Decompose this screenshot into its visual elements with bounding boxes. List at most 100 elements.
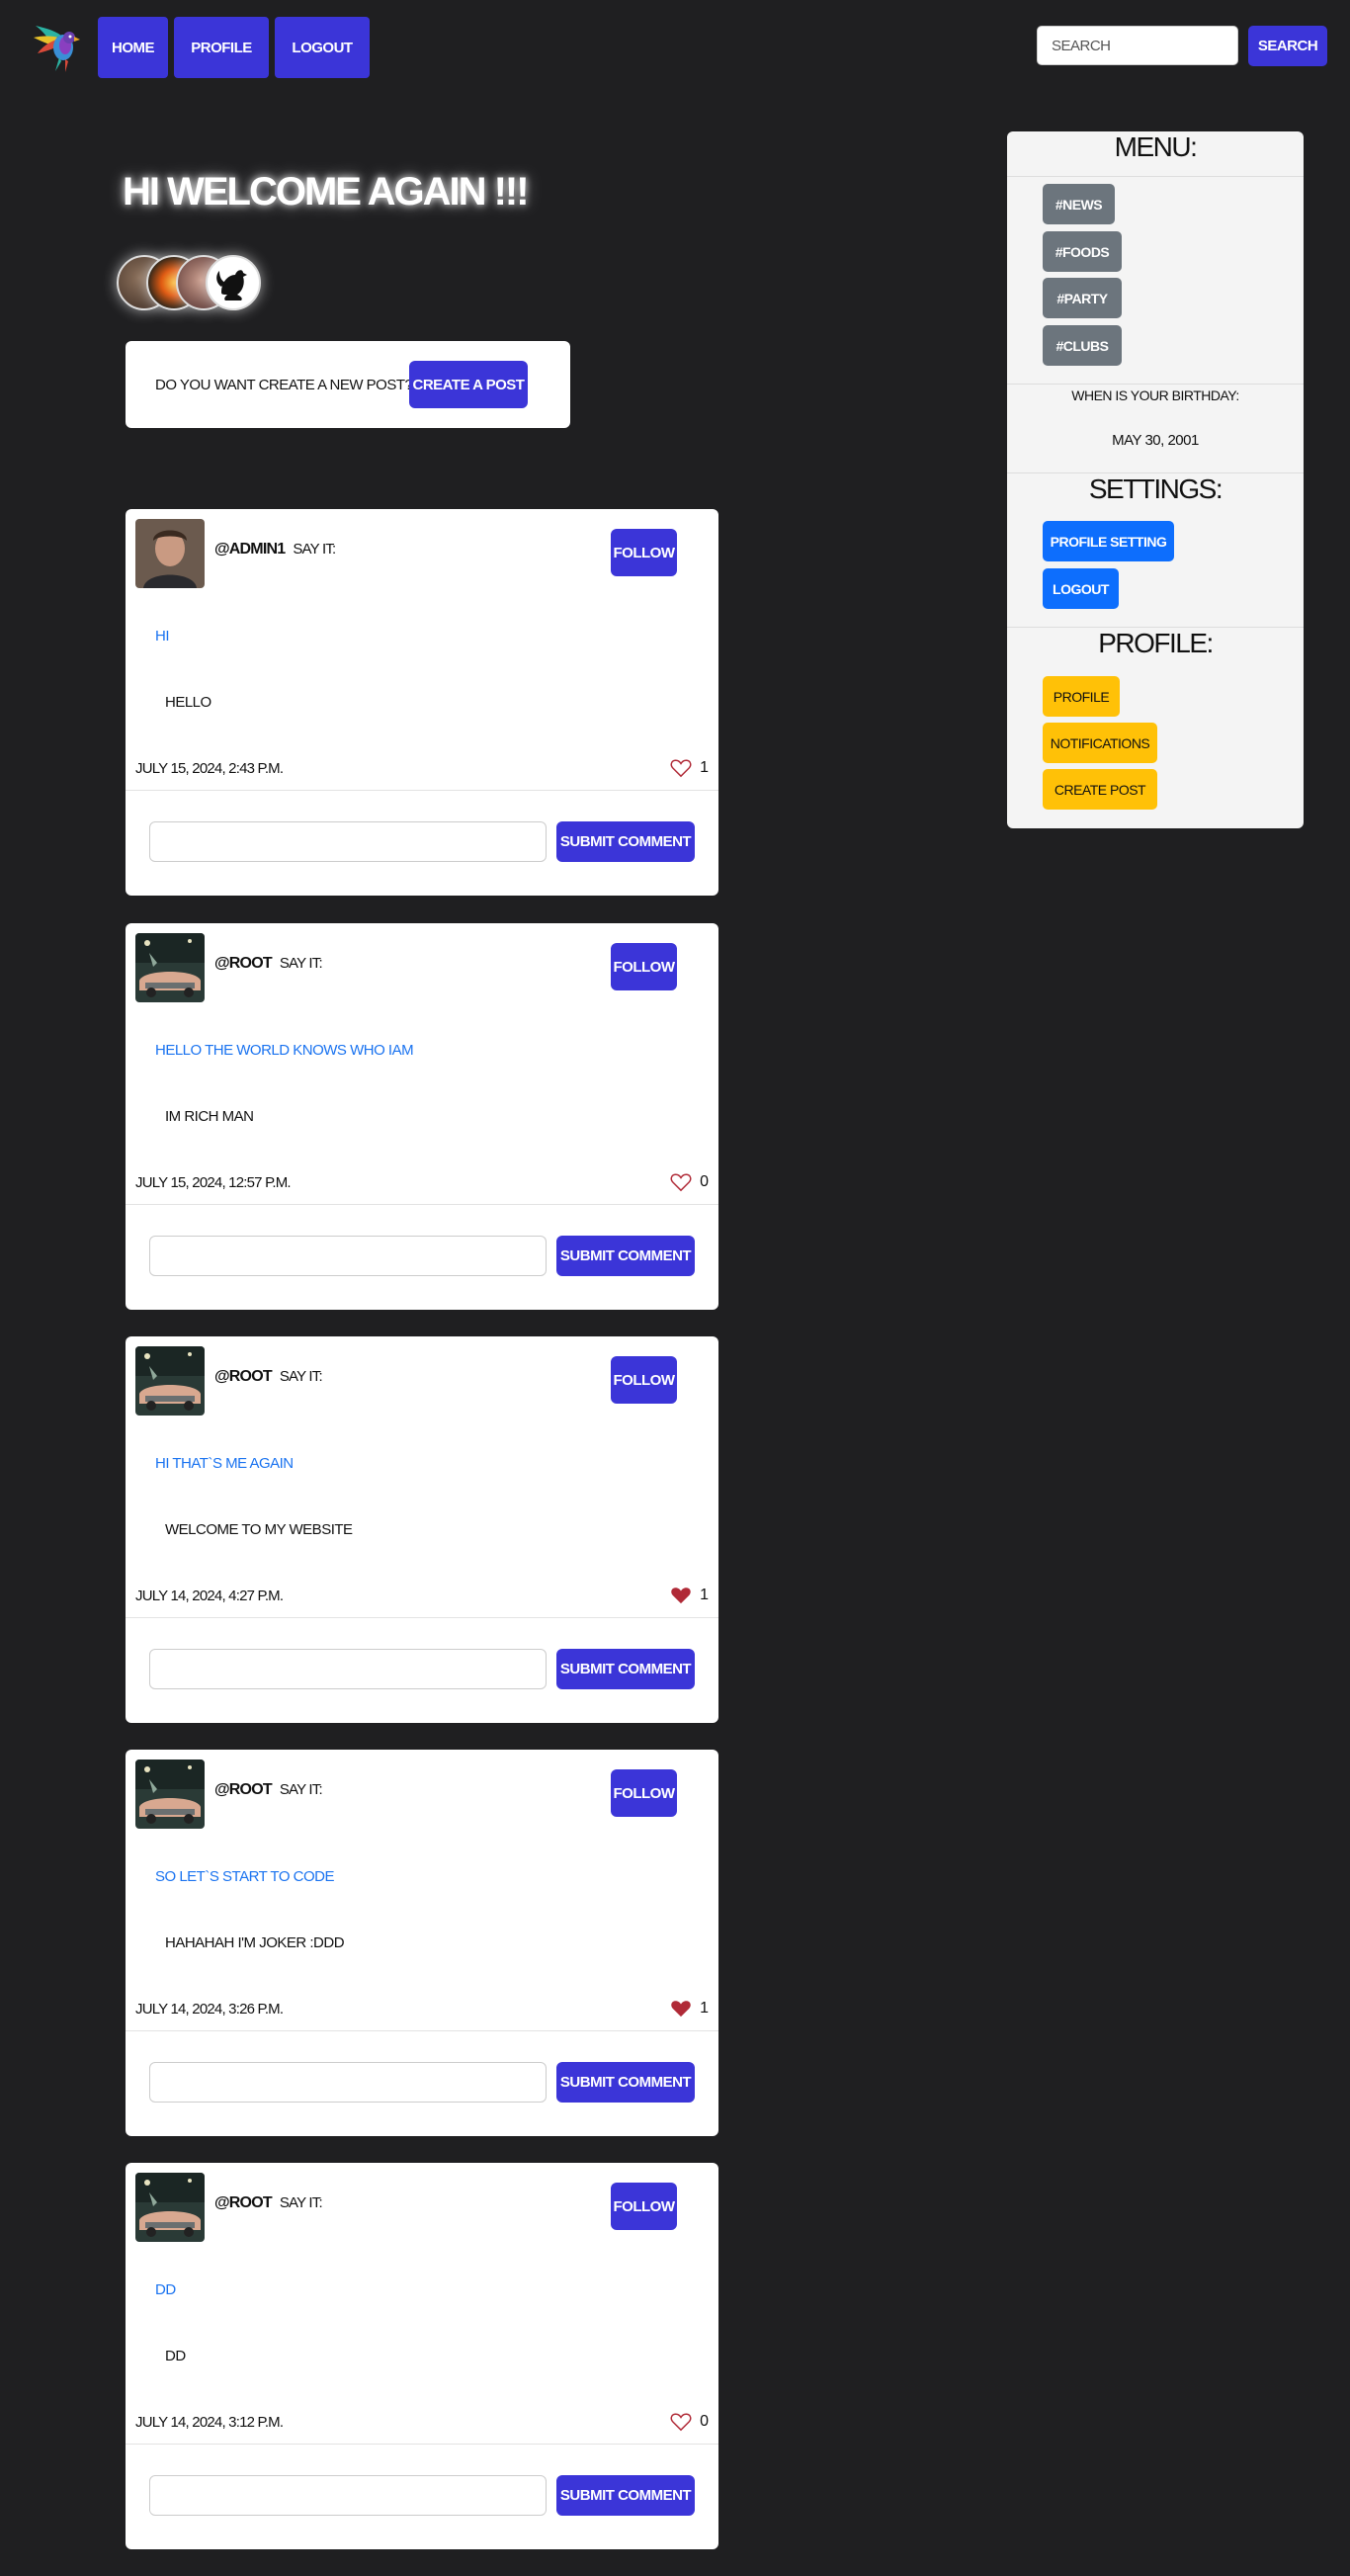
- post-card: @admin1 Say it: Follow Hi Hello July 15, 2024…: [126, 509, 718, 896]
- tag-foods-button[interactable]: #foods: [1043, 231, 1122, 272]
- submit-comment-button[interactable]: Submit comment: [556, 2062, 695, 2103]
- nav-logout-button[interactable]: Logout: [275, 17, 370, 78]
- post-body: Hahahah I'm joker :DDD: [165, 1934, 345, 1951]
- post-author-name[interactable]: @root: [214, 955, 273, 972]
- comment-input[interactable]: [149, 1236, 547, 1276]
- post-divider: [126, 1617, 718, 1618]
- comment-input[interactable]: [149, 2475, 547, 2516]
- heart-outline-icon[interactable]: [670, 758, 692, 778]
- post-author[interactable]: @root Say it:: [214, 1781, 323, 1799]
- post-title[interactable]: DD: [155, 2281, 176, 2298]
- post-author-name[interactable]: @root: [214, 1368, 273, 1385]
- story-avatars: [117, 255, 265, 310]
- post-title[interactable]: so let`s start to code: [155, 1868, 335, 1885]
- create-post-prompt: Do you want create a new post??: [155, 376, 421, 393]
- post-author-name[interactable]: @root: [214, 1781, 273, 1798]
- heart-outline-icon[interactable]: [670, 1172, 692, 1192]
- post-card: @root Say it: Follow Hello the world knows …: [126, 923, 718, 1310]
- sidebar-logout-button[interactable]: Logout: [1043, 568, 1119, 609]
- post-author-avatar[interactable]: [135, 519, 205, 588]
- post-body: Hello: [165, 694, 211, 711]
- post-author[interactable]: @root Say it:: [214, 1368, 323, 1386]
- welcome-heading: Hi welcome again !!!: [123, 170, 530, 214]
- post-likes: 0: [670, 2412, 709, 2432]
- tag-clubs-button[interactable]: #clubs: [1043, 325, 1122, 366]
- submit-comment-button[interactable]: Submit comment: [556, 1649, 695, 1689]
- post-body: welcome to my website: [165, 1521, 353, 1538]
- post-date: July 14, 2024, 4:27 p.m.: [135, 1588, 284, 1604]
- create-post-button[interactable]: Create a post: [409, 361, 528, 408]
- heart-outline-icon[interactable]: [670, 2412, 692, 2432]
- post-say-it-label: Say it:: [279, 955, 323, 972]
- settings-title: Settings:: [1088, 473, 1223, 504]
- like-count: 0: [700, 2413, 709, 2430]
- post-author-name[interactable]: @admin1: [214, 541, 286, 558]
- submit-comment-button[interactable]: Submit comment: [556, 2475, 695, 2516]
- birthday-label: When is your birthday:: [1071, 387, 1239, 403]
- post-card: @root Say it: Follow Hi that`s me again welc…: [126, 1336, 718, 1723]
- comment-input[interactable]: [149, 2062, 547, 2103]
- post-author-avatar[interactable]: [135, 933, 205, 1002]
- post-author-avatar[interactable]: [135, 1760, 205, 1829]
- tag-news-button[interactable]: #news: [1043, 184, 1115, 224]
- follow-button[interactable]: Follow: [611, 943, 677, 990]
- follow-button[interactable]: Follow: [611, 1769, 677, 1817]
- profile-setting-button[interactable]: Profile Setting: [1043, 521, 1174, 561]
- sidebar-create-post-button[interactable]: Create Post: [1043, 769, 1157, 810]
- post-say-it-label: Say it:: [279, 2194, 323, 2211]
- post-card: @root Say it: Follow DD DD July 14, 2024, 3:1…: [126, 2163, 718, 2549]
- post-author[interactable]: @root Say it:: [214, 2194, 323, 2212]
- follow-button[interactable]: Follow: [611, 1356, 677, 1404]
- menu-title: Menu:: [1114, 131, 1198, 162]
- submit-comment-button[interactable]: Submit comment: [556, 1236, 695, 1276]
- post-likes: 1: [670, 1999, 709, 2018]
- post-likes: 1: [670, 1586, 709, 1605]
- post-likes: 1: [670, 758, 709, 778]
- notifications-button[interactable]: Notifications: [1043, 723, 1157, 763]
- post-divider: [126, 2444, 718, 2445]
- birthday-value: May 30, 2001: [1112, 432, 1199, 449]
- heart-filled-icon[interactable]: [670, 1999, 692, 2018]
- post-divider: [126, 1204, 718, 1205]
- post-date: July 14, 2024, 3:26 p.m.: [135, 2001, 284, 2018]
- story-avatar[interactable]: [206, 255, 261, 310]
- sidebar-profile-button[interactable]: Profile: [1043, 676, 1120, 717]
- post-likes: 0: [670, 1172, 709, 1192]
- post-author-avatar[interactable]: [135, 2173, 205, 2242]
- like-count: 0: [700, 1173, 709, 1190]
- like-count: 1: [700, 759, 709, 776]
- rooster-icon: [216, 270, 247, 301]
- profile-title: Profile:: [1098, 628, 1214, 658]
- submit-comment-button[interactable]: Submit comment: [556, 821, 695, 862]
- post-card: @root Say it: Follow so let`s start to code…: [126, 1750, 718, 2136]
- tag-party-button[interactable]: #party: [1043, 278, 1122, 318]
- post-say-it-label: Say it:: [279, 1368, 323, 1385]
- sidebar: Menu: #news #foods #party #clubs When is…: [1007, 131, 1304, 828]
- post-divider: [126, 2030, 718, 2031]
- follow-button[interactable]: Follow: [611, 529, 677, 576]
- nav-home-button[interactable]: Home: [98, 17, 168, 78]
- post-date: July 15, 2024, 2:43 p.m.: [135, 760, 284, 777]
- search-input[interactable]: Search: [1037, 26, 1238, 65]
- post-say-it-label: Say it:: [279, 1781, 323, 1798]
- like-count: 1: [700, 1587, 709, 1603]
- post-author[interactable]: @admin1 Say it:: [214, 541, 336, 558]
- post-body: DD: [165, 2348, 186, 2364]
- post-date: July 14, 2024, 3:12 p.m.: [135, 2414, 284, 2431]
- post-say-it-label: Say it:: [293, 541, 336, 558]
- heart-filled-icon[interactable]: [670, 1586, 692, 1605]
- search-button[interactable]: Search: [1248, 26, 1327, 66]
- post-author[interactable]: @root Say it:: [214, 955, 323, 973]
- like-count: 1: [700, 2000, 709, 2017]
- comment-input[interactable]: [149, 1649, 547, 1689]
- follow-button[interactable]: Follow: [611, 2183, 677, 2230]
- post-title[interactable]: Hi that`s me again: [155, 1455, 294, 1472]
- post-author-name[interactable]: @root: [214, 2194, 273, 2211]
- post-title[interactable]: Hi: [155, 628, 170, 644]
- nav-profile-button[interactable]: Profile: [174, 17, 269, 78]
- comment-input[interactable]: [149, 821, 547, 862]
- post-title[interactable]: Hello the world knows who iam: [155, 1042, 414, 1059]
- post-author-avatar[interactable]: [135, 1346, 205, 1416]
- parrot-logo-icon[interactable]: [32, 18, 81, 73]
- create-post-box: Do you want create a new post?? Create a…: [126, 341, 570, 428]
